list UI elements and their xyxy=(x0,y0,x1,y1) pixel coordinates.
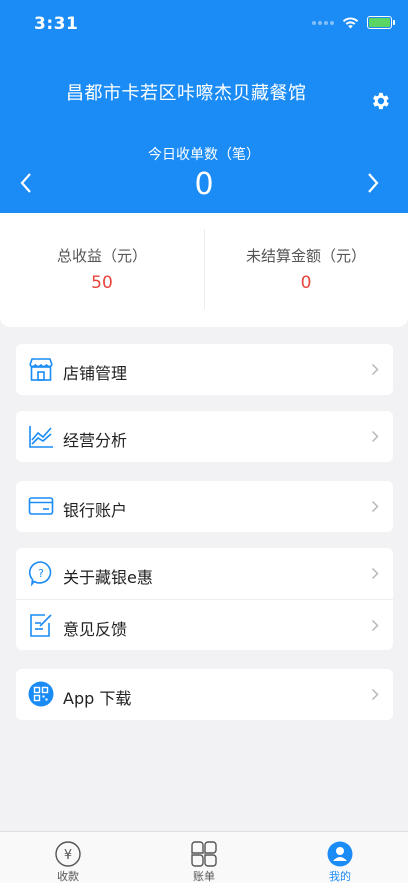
menu-item-bank-account[interactable]: 银行账户 xyxy=(16,481,393,532)
tab-collect[interactable]: ¥ 收款 xyxy=(0,832,136,883)
menu-item-app-download[interactable]: App 下载 xyxy=(16,669,393,720)
menu-item-label: 关于藏银e惠 xyxy=(63,568,153,587)
tab-label: 账单 xyxy=(193,870,215,883)
tab-mine[interactable]: 我的 xyxy=(272,832,408,883)
menu-item-store-management[interactable]: 店铺管理 xyxy=(16,344,393,395)
qr-code-icon xyxy=(28,681,54,707)
menu-item-label: App 下载 xyxy=(63,689,132,708)
yuan-coin-icon: ¥ xyxy=(55,841,81,867)
earnings-summary: 总收益（元） 50 未结算金额（元） 0 xyxy=(0,213,408,327)
tab-label: 收款 xyxy=(57,870,79,883)
storefront-icon xyxy=(29,358,53,381)
bottom-tab-bar: ¥ 收款 账单 我的 xyxy=(0,831,408,883)
chevron-right-icon xyxy=(371,619,379,632)
menu-item-label: 意见反馈 xyxy=(63,620,128,639)
svg-text:¥: ¥ xyxy=(64,848,72,863)
line-chart-icon xyxy=(29,426,53,448)
tab-bills[interactable]: 账单 xyxy=(136,832,272,883)
store-name: 昌都市卡若区咔嚓杰贝藏餐馆 xyxy=(66,83,307,104)
header: 3:31 昌都市卡若区咔嚓杰贝藏餐馆 今日收单数（笔） 0 xyxy=(0,0,408,213)
today-orders-count: 0 xyxy=(194,167,214,202)
menu-item-about[interactable]: ? 关于藏银e惠 xyxy=(16,548,393,599)
total-earnings-label: 总收益（元） xyxy=(56,247,147,265)
about-feedback-card: ? 关于藏银e惠 意见反馈 xyxy=(16,548,393,650)
bank-account-card: 银行账户 xyxy=(16,481,393,532)
edit-note-icon xyxy=(30,614,52,637)
user-profile-icon xyxy=(327,841,353,867)
unsettled-amount-label: 未结算金额（元） xyxy=(245,247,366,265)
chevron-right-icon xyxy=(371,688,379,701)
status-time: 3:31 xyxy=(34,14,79,34)
menu-item-label: 经营分析 xyxy=(63,431,128,450)
unsettled-amount-value: 0 xyxy=(300,273,312,293)
svg-text:?: ? xyxy=(38,567,44,580)
tab-label: 我的 xyxy=(329,870,351,883)
previous-arrow-icon[interactable] xyxy=(19,172,33,194)
status-bar-icons xyxy=(312,16,395,29)
total-earnings: 总收益（元） 50 xyxy=(0,213,204,327)
menu-item-feedback[interactable]: 意见反馈 xyxy=(16,599,393,650)
menu-item-business-analysis[interactable]: 经营分析 xyxy=(16,411,393,462)
next-arrow-icon[interactable] xyxy=(366,172,380,194)
chevron-right-icon xyxy=(371,363,379,376)
menu-item-label: 店铺管理 xyxy=(63,364,128,383)
question-bubble-icon: ? xyxy=(28,561,52,586)
chevron-right-icon xyxy=(371,567,379,580)
app-download-card: App 下载 xyxy=(16,669,393,720)
cellular-signal-icon xyxy=(312,20,334,25)
settings-gear-icon[interactable] xyxy=(369,90,391,112)
petals-grid-icon xyxy=(191,841,217,867)
chevron-right-icon xyxy=(371,430,379,443)
unsettled-amount: 未结算金额（元） 0 xyxy=(204,213,408,327)
battery-icon xyxy=(367,16,395,29)
wifi-icon xyxy=(342,16,359,28)
today-orders-label: 今日收单数（笔） xyxy=(148,147,260,163)
store-management-card: 店铺管理 xyxy=(16,344,393,395)
total-earnings-value: 50 xyxy=(91,273,113,293)
chevron-right-icon xyxy=(371,500,379,513)
bank-card-icon xyxy=(28,497,54,515)
business-analysis-card: 经营分析 xyxy=(16,411,393,462)
menu-item-label: 银行账户 xyxy=(63,501,128,520)
